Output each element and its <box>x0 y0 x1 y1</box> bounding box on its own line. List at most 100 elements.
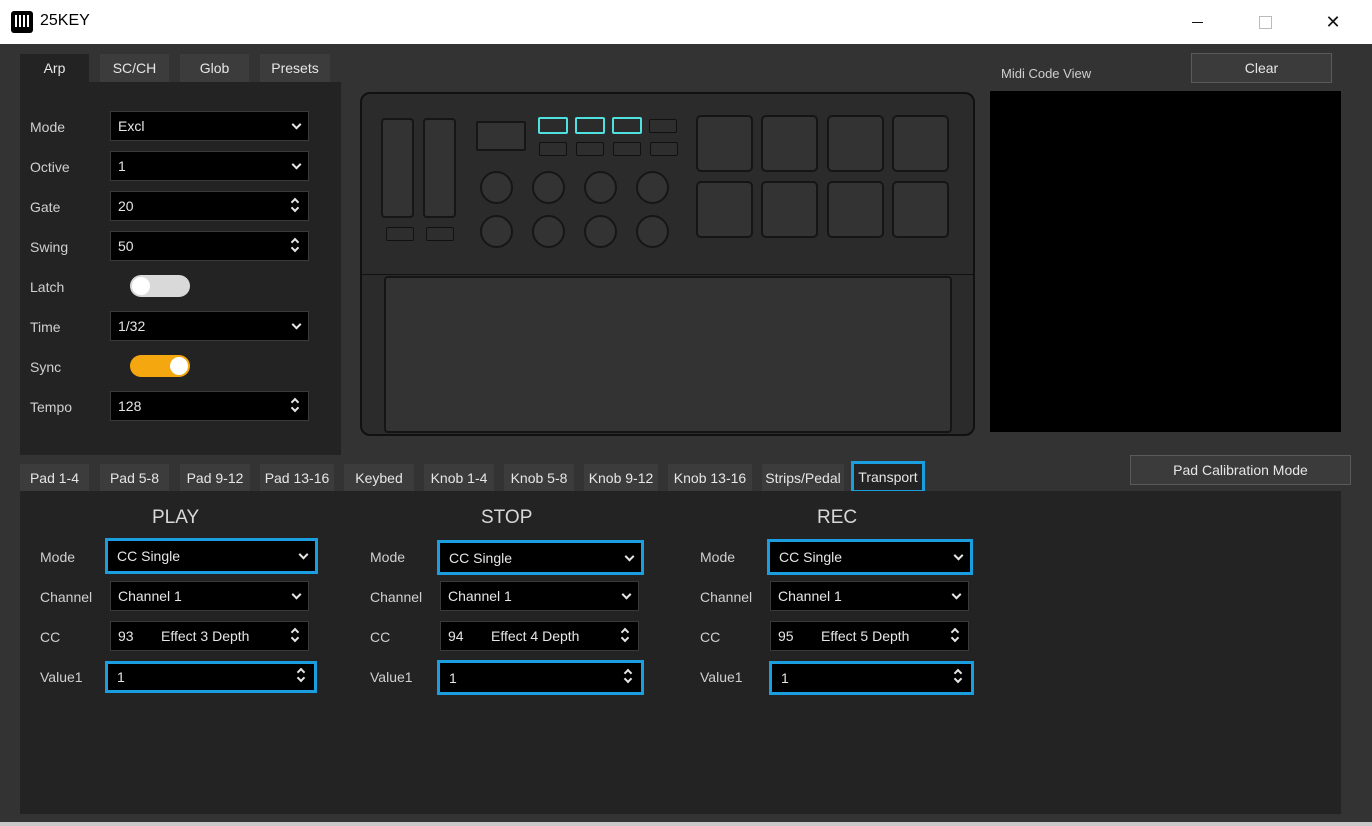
pad-calibration-mode-button[interactable]: Pad Calibration Mode <box>1130 455 1351 485</box>
device-pad <box>761 115 818 172</box>
play-value1-spinbox[interactable]: 1 <box>105 661 317 693</box>
arp-time-select[interactable]: 1/32 <box>110 311 309 341</box>
latch-toggle[interactable] <box>130 275 190 297</box>
arp-swing-value: 50 <box>118 238 134 254</box>
rec-mode-select[interactable]: CC Single <box>767 539 973 575</box>
stop-channel-select[interactable]: Channel 1 <box>440 581 639 611</box>
stop-cc-number: 94 <box>448 628 464 644</box>
spin-arrows-icon[interactable] <box>950 625 961 647</box>
device-knob <box>532 171 565 204</box>
chevron-down-icon <box>291 319 302 330</box>
device-knob <box>532 215 565 248</box>
rec-cc-spinbox[interactable]: 95 Effect 5 Depth <box>770 621 969 651</box>
device-knob <box>636 171 669 204</box>
tab-strips-pedal[interactable]: Strips/Pedal <box>762 464 844 492</box>
play-mode-label: Mode <box>40 549 76 565</box>
device-button <box>650 142 678 156</box>
tab-glob[interactable]: Glob <box>180 54 249 82</box>
rec-channel-select[interactable]: Channel 1 <box>770 581 969 611</box>
stop-mode-label: Mode <box>370 549 406 565</box>
device-screen <box>476 121 526 151</box>
spin-arrows-icon[interactable] <box>290 235 301 257</box>
rec-mode-label: Mode <box>700 549 736 565</box>
stop-cc-spinbox[interactable]: 94 Effect 4 Depth <box>440 621 639 651</box>
tab-knob-9-12[interactable]: Knob 9-12 <box>584 464 658 492</box>
rec-cc-name: Effect 5 Depth <box>821 628 910 644</box>
gate-label: Gate <box>30 199 61 215</box>
tab-pad-9-12[interactable]: Pad 9-12 <box>180 464 250 492</box>
chevron-down-icon <box>291 589 302 600</box>
tab-sc-ch[interactable]: SC/CH <box>100 54 169 82</box>
play-channel-select[interactable]: Channel 1 <box>110 581 309 611</box>
spin-arrows-icon[interactable] <box>296 665 307 687</box>
stop-mode-select[interactable]: CC Single <box>437 540 644 575</box>
play-channel-value: Channel 1 <box>118 588 182 604</box>
play-cc-label: CC <box>40 629 61 645</box>
device-pad <box>827 181 884 238</box>
tab-pad-1-4[interactable]: Pad 1-4 <box>20 464 89 492</box>
tab-pad-5-8[interactable]: Pad 5-8 <box>100 464 169 492</box>
controller-image <box>360 92 975 436</box>
arp-gate-spinbox[interactable]: 20 <box>110 191 309 221</box>
arp-mode-select[interactable]: Excl <box>110 111 309 141</box>
rec-value1: 1 <box>781 670 789 686</box>
minimize-icon <box>1191 21 1203 23</box>
stop-cc-label: CC <box>370 629 391 645</box>
tab-presets[interactable]: Presets <box>260 54 330 82</box>
play-mode-value: CC Single <box>117 548 181 564</box>
minimize-button[interactable] <box>1174 0 1220 44</box>
mode-label: Mode <box>30 119 66 135</box>
maximize-button[interactable] <box>1242 0 1288 44</box>
arp-octave-select[interactable]: 1 <box>110 151 309 181</box>
rec-cc-label: CC <box>700 629 721 645</box>
midi-code-view[interactable] <box>990 91 1341 432</box>
spin-arrows-icon[interactable] <box>290 395 301 417</box>
chevron-down-icon <box>953 550 964 561</box>
device-pad <box>696 115 753 172</box>
tab-knob-13-16[interactable]: Knob 13-16 <box>668 464 752 492</box>
device-button <box>539 142 567 156</box>
sync-toggle[interactable] <box>130 355 190 377</box>
arp-gate-value: 20 <box>118 198 134 214</box>
chevron-down-icon <box>621 589 632 600</box>
arp-mode-value: Excl <box>118 118 145 134</box>
arp-tempo-spinbox[interactable]: 128 <box>110 391 309 421</box>
device-button <box>649 119 677 133</box>
window-bottom-edge <box>0 822 1372 826</box>
device-knob <box>480 215 513 248</box>
play-heading: PLAY <box>152 507 200 528</box>
play-cc-spinbox[interactable]: 93 Effect 3 Depth <box>110 621 309 651</box>
device-divider <box>362 274 973 275</box>
spin-arrows-icon[interactable] <box>620 625 631 647</box>
stop-value1-spinbox[interactable]: 1 <box>437 660 644 695</box>
play-cc-number: 93 <box>118 628 134 644</box>
device-button <box>613 142 641 156</box>
tab-keybed[interactable]: Keybed <box>344 464 414 492</box>
tab-knob-1-4[interactable]: Knob 1-4 <box>424 464 494 492</box>
spin-arrows-icon[interactable] <box>290 625 301 647</box>
clear-button[interactable]: Clear <box>1191 53 1332 83</box>
arp-swing-spinbox[interactable]: 50 <box>110 231 309 261</box>
device-button-highlighted <box>612 117 642 134</box>
rec-value1-spinbox[interactable]: 1 <box>769 661 974 695</box>
spin-arrows-icon[interactable] <box>623 666 634 688</box>
device-button-highlighted <box>575 117 605 134</box>
tab-pad-13-16[interactable]: Pad 13-16 <box>260 464 334 492</box>
mod-strip <box>423 118 456 218</box>
chevron-down-icon <box>291 119 302 130</box>
spin-arrows-icon[interactable] <box>953 666 964 688</box>
tab-knob-5-8[interactable]: Knob 5-8 <box>504 464 574 492</box>
chevron-down-icon <box>291 159 302 170</box>
close-button[interactable]: ✕ <box>1310 0 1356 44</box>
tab-transport[interactable]: Transport <box>851 461 925 493</box>
stop-value1-label: Value1 <box>370 669 413 685</box>
chevron-down-icon <box>298 549 309 560</box>
window-title: 25KEY <box>40 12 90 29</box>
spin-arrows-icon[interactable] <box>290 195 301 217</box>
swing-label: Swing <box>30 239 69 255</box>
sync-label: Sync <box>30 359 62 375</box>
play-mode-select[interactable]: CC Single <box>105 538 318 574</box>
device-knob <box>636 215 669 248</box>
maximize-icon <box>1258 15 1272 29</box>
tab-arp[interactable]: Arp <box>20 54 89 82</box>
